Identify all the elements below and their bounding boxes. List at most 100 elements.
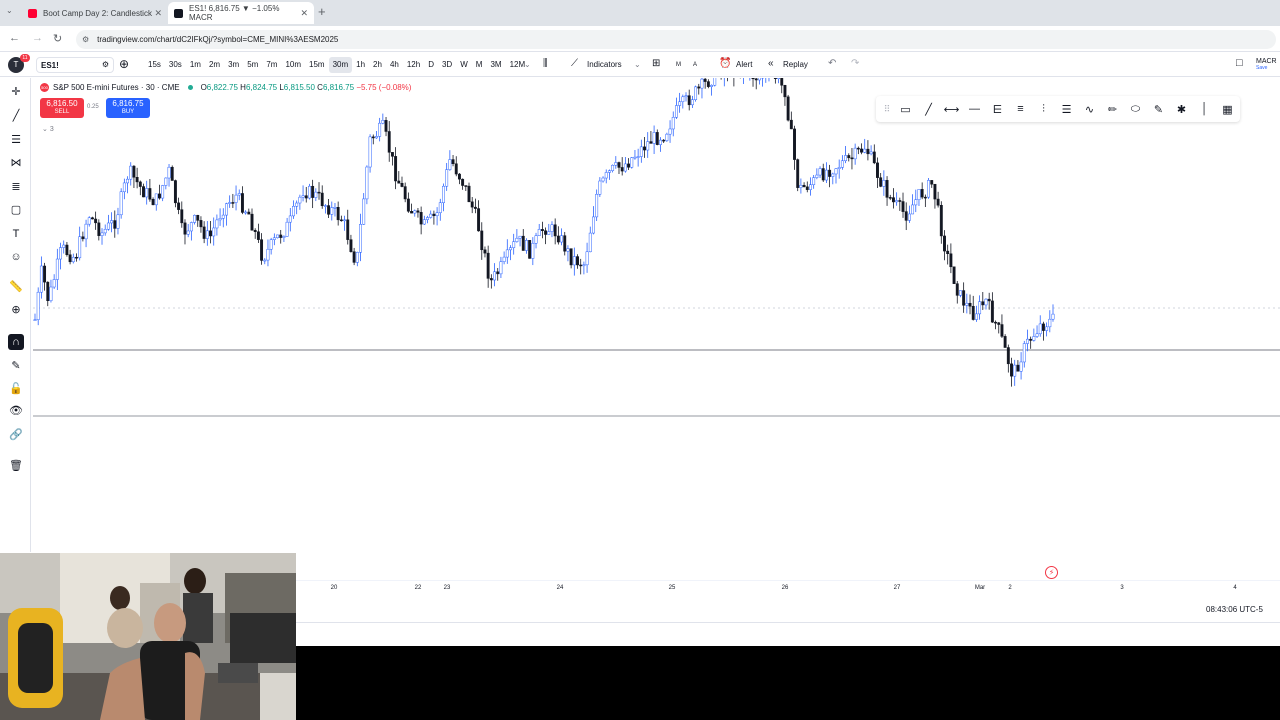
- drag-handle-icon[interactable]: ⠿: [880, 104, 894, 115]
- highlighter-icon[interactable]: ✎: [1147, 103, 1170, 116]
- reload-icon[interactable]: ↻: [53, 32, 62, 45]
- link-icon[interactable]: 🔗: [8, 427, 24, 443]
- rectangle-tool-icon[interactable]: ▭: [894, 103, 917, 116]
- layout-a-icon[interactable]: A: [693, 62, 697, 68]
- interval-15s[interactable]: 15s: [144, 57, 165, 73]
- buy-button[interactable]: 6,816.75 BUY: [106, 98, 150, 118]
- interval-m[interactable]: M: [472, 57, 487, 73]
- candle-body: [256, 231, 260, 240]
- rectangle-icon[interactable]: ▢: [8, 202, 24, 218]
- interval-12h[interactable]: 12h: [403, 57, 424, 73]
- indicators-chevron-icon[interactable]: ⌄: [634, 60, 641, 69]
- ellipse-icon[interactable]: ⬭: [1124, 103, 1147, 116]
- close-tab-icon[interactable]: ✕: [300, 8, 308, 19]
- time-axis[interactable]: 20 22 23 24 25 26 27 Mar 2 3 4: [296, 580, 1280, 596]
- candle-body: [537, 229, 541, 236]
- layout-icon[interactable]: □: [1236, 57, 1243, 69]
- trend-line-icon[interactable]: ╱: [8, 108, 24, 124]
- lock-icon[interactable]: 🔓: [8, 381, 24, 397]
- more-intervals-chevron-icon[interactable]: ⌄: [524, 60, 531, 69]
- alert-icon[interactable]: ⏰: [719, 58, 731, 69]
- visibility-icon[interactable]: 👁: [8, 403, 24, 419]
- fib-tool-icon[interactable]: ≡: [1009, 103, 1032, 115]
- candle-body: [314, 191, 318, 198]
- indicators-icon[interactable]: ⟋: [571, 58, 578, 69]
- ruler-icon[interactable]: 📏: [8, 279, 24, 295]
- symbol-settings-icon[interactable]: ⚙: [102, 60, 109, 69]
- magnet-icon[interactable]: ∩: [8, 334, 24, 350]
- vertical-line-icon[interactable]: │: [1193, 103, 1216, 115]
- fib-retracement-icon[interactable]: ≣: [8, 179, 24, 195]
- webcam-overlay: [0, 553, 296, 720]
- redo-icon[interactable]: ↷: [851, 58, 859, 69]
- alert-button[interactable]: Alert: [736, 60, 752, 69]
- browser-tab-youtube[interactable]: Boot Camp Day 2: Candlestick ✕: [22, 2, 168, 24]
- interval-3m[interactable]: 3m: [224, 57, 243, 73]
- interval-2h[interactable]: 2h: [369, 57, 386, 73]
- long-position-icon[interactable]: ✱: [1170, 103, 1193, 116]
- candle-body: [550, 224, 554, 232]
- tab-search-icon[interactable]: ⌄: [6, 6, 13, 15]
- candle-body: [263, 259, 267, 262]
- regression-icon[interactable]: ☰: [1055, 103, 1078, 116]
- undo-icon[interactable]: ↶: [828, 58, 836, 69]
- symbol-title[interactable]: S&P 500 E-mini Futures · 30 · CME: [53, 83, 180, 92]
- close-tab-icon[interactable]: ✕: [154, 8, 162, 19]
- interval-3m[interactable]: 3M: [486, 57, 505, 73]
- layout-m-icon[interactable]: M: [676, 62, 681, 68]
- candle-body: [397, 180, 401, 184]
- trash-icon[interactable]: 🗑: [8, 458, 24, 474]
- interval-30s[interactable]: 30s: [165, 57, 186, 73]
- path-icon[interactable]: ∿: [1078, 103, 1101, 116]
- measure-icon[interactable]: ⫶: [1032, 103, 1055, 116]
- forward-icon[interactable]: →: [32, 32, 43, 44]
- interval-3d[interactable]: 3D: [438, 57, 456, 73]
- layout-name-button[interactable]: MACR Save: [1256, 58, 1277, 72]
- parallel-channel-icon[interactable]: ⋿: [986, 103, 1009, 116]
- replay-icon[interactable]: «: [768, 58, 774, 69]
- compare-symbol-icon[interactable]: ⊕: [119, 57, 129, 71]
- interval-d[interactable]: D: [424, 57, 438, 73]
- horizontal-ray-icon[interactable]: ⟷: [940, 103, 963, 116]
- interval-w[interactable]: W: [456, 57, 472, 73]
- interval-1h[interactable]: 1h: [352, 57, 369, 73]
- price-chart[interactable]: [33, 78, 1280, 578]
- interval-15m[interactable]: 15m: [305, 57, 329, 73]
- site-info-icon[interactable]: ⚙: [82, 35, 89, 44]
- interval-5m[interactable]: 5m: [243, 57, 262, 73]
- candle-body: [247, 211, 251, 215]
- back-icon[interactable]: ←: [9, 32, 20, 44]
- candle-body: [359, 224, 362, 253]
- crosshair-icon[interactable]: ✛: [8, 84, 24, 100]
- chart-type-icon[interactable]: ⫼: [543, 58, 548, 69]
- interval-1m[interactable]: 1m: [186, 57, 205, 73]
- candle-body: [282, 236, 286, 238]
- interval-2m[interactable]: 2m: [205, 57, 224, 73]
- horizontal-line-icon[interactable]: —: [963, 103, 986, 115]
- stay-drawing-icon[interactable]: ✎: [8, 358, 24, 374]
- zoom-icon[interactable]: ⊕: [8, 302, 24, 318]
- emoji-icon[interactable]: ☺: [8, 249, 24, 265]
- indicators-collapse-button[interactable]: ⌄ 3: [42, 125, 54, 133]
- symbol-search-button[interactable]: ES1! ⚙: [36, 57, 114, 73]
- interval-10m[interactable]: 10m: [281, 57, 305, 73]
- candle-body: [371, 136, 375, 139]
- horizontal-lines-icon[interactable]: ☰: [8, 132, 24, 148]
- replay-button[interactable]: Replay: [783, 60, 808, 69]
- grid-icon[interactable]: ▦: [1216, 103, 1239, 116]
- url-field[interactable]: ⚙ tradingview.com/chart/dC2IFkQj/?symbol…: [76, 30, 1276, 49]
- interval-30m[interactable]: 30m: [328, 57, 353, 73]
- interval-4h[interactable]: 4h: [386, 57, 403, 73]
- sell-button[interactable]: 6,816.50 SELL: [40, 98, 84, 118]
- pitchfork-icon[interactable]: ⋈: [8, 155, 24, 171]
- candle-body: [71, 256, 75, 263]
- line-tool-icon[interactable]: ╱: [917, 103, 940, 116]
- text-tool-icon[interactable]: T: [8, 226, 24, 242]
- new-tab-button[interactable]: +: [318, 4, 326, 19]
- lightning-icon[interactable]: ⚡: [1045, 566, 1058, 579]
- indicators-button[interactable]: Indicators: [587, 60, 622, 69]
- browser-tab-tradingview[interactable]: ES1! 6,816.75 ▼ −1.05% MACR ✕: [168, 2, 314, 24]
- brush-icon[interactable]: ✏: [1101, 103, 1124, 116]
- templates-icon[interactable]: ⊞: [652, 58, 660, 69]
- interval-7m[interactable]: 7m: [262, 57, 281, 73]
